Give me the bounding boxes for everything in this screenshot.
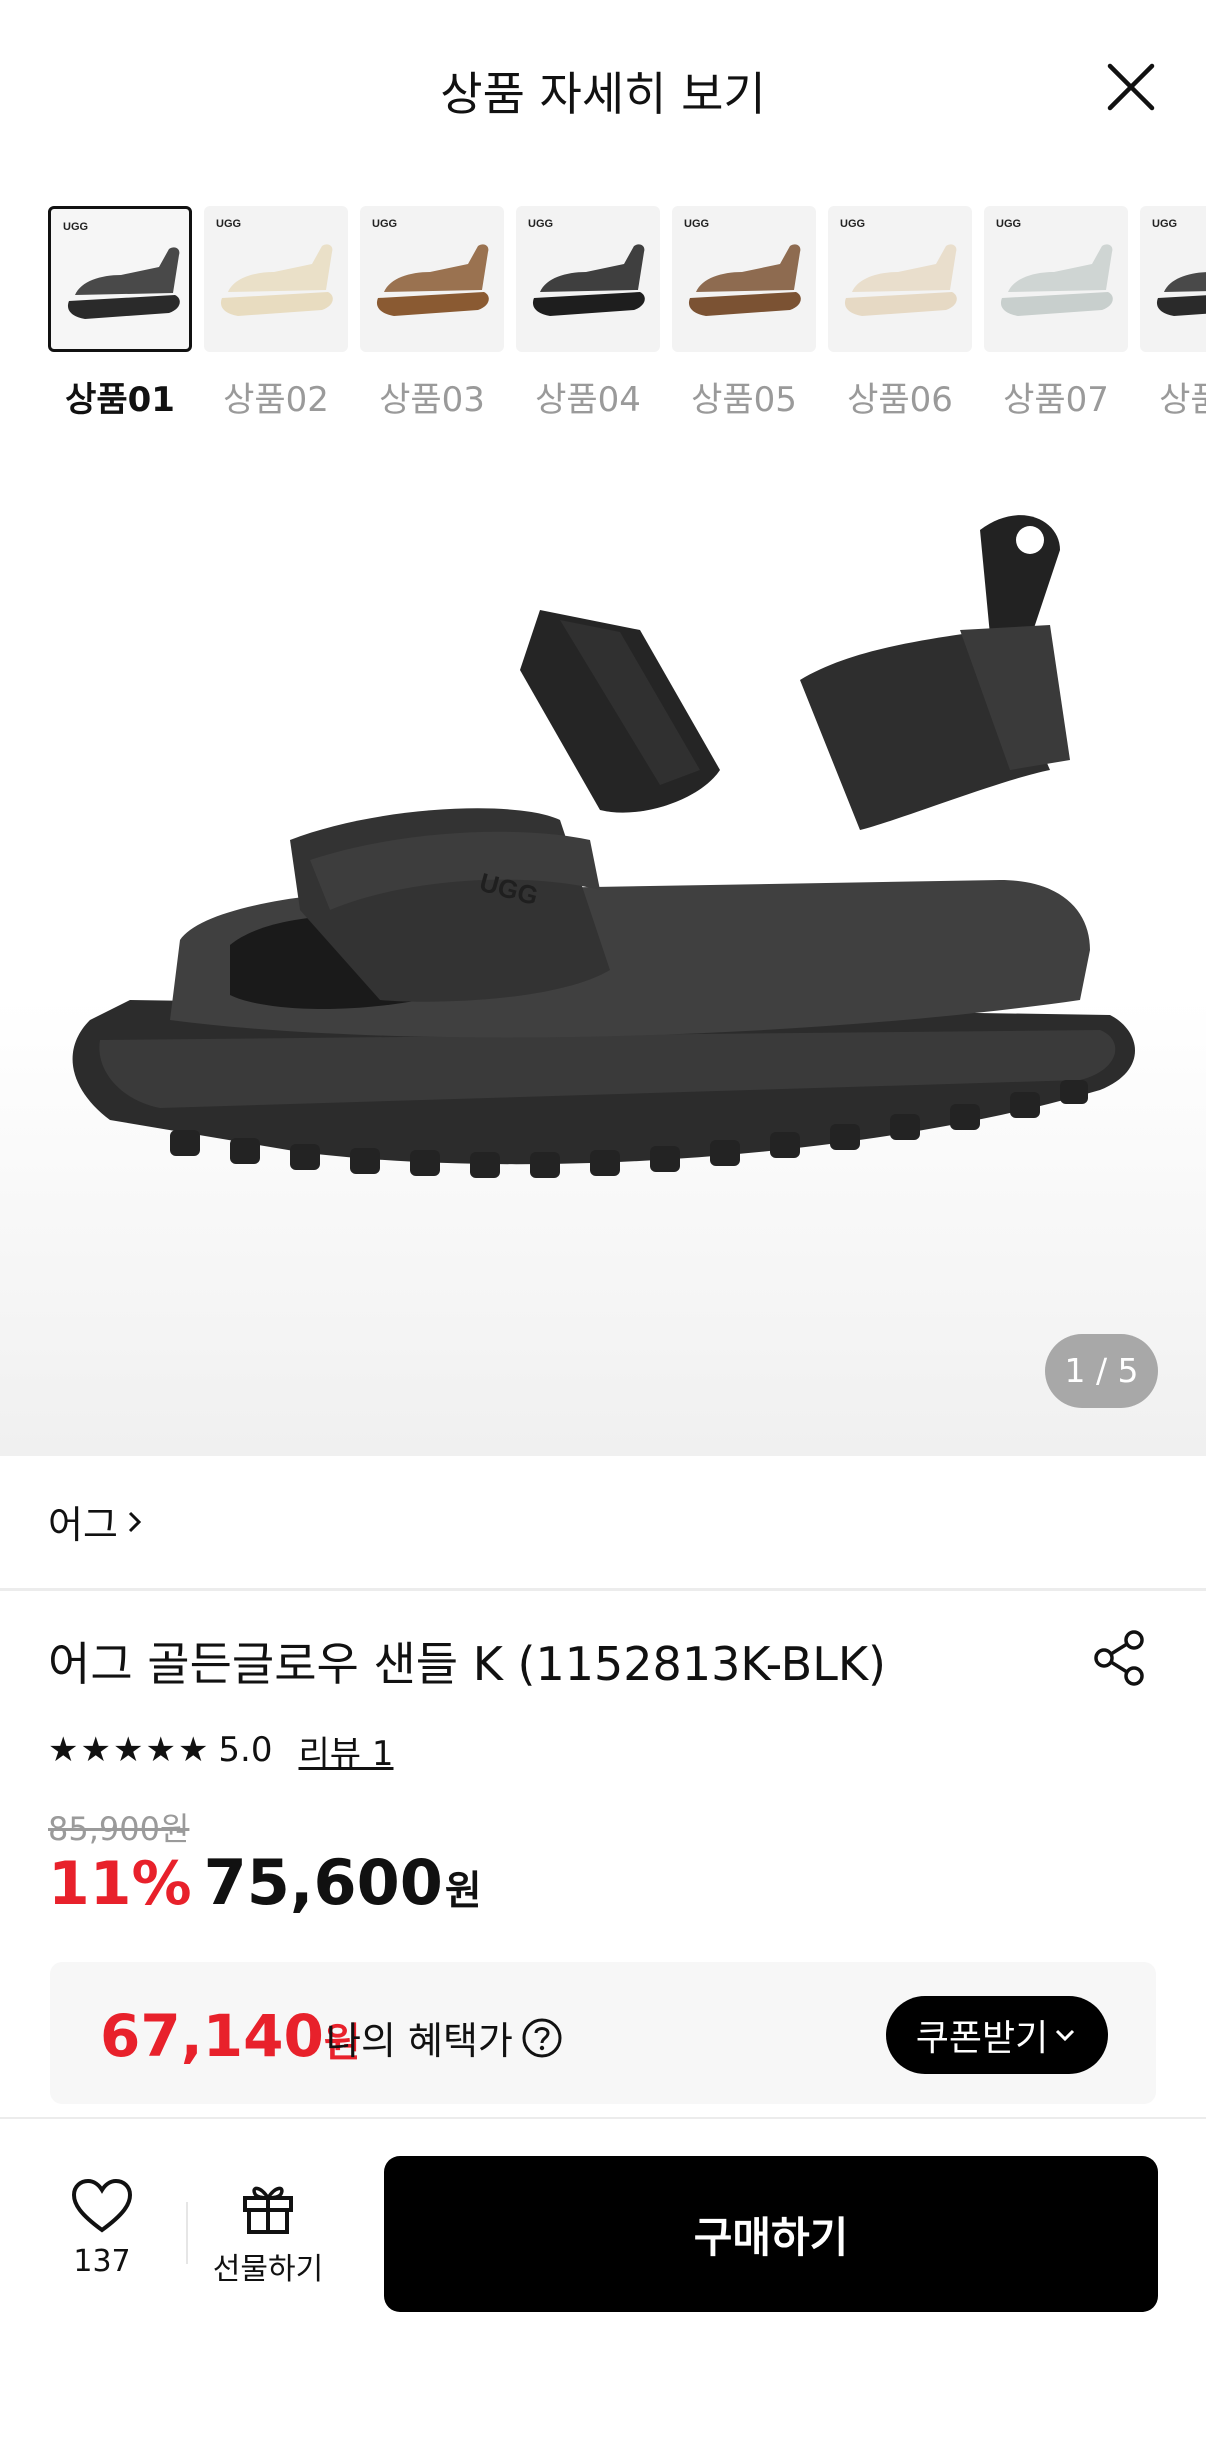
- thumbnail-item[interactable]: UGG 상품04: [516, 206, 660, 421]
- thumbnail-label: 상품08: [1159, 380, 1206, 420]
- buy-button[interactable]: 구매하기: [384, 2156, 1158, 2312]
- like-button[interactable]: 137: [50, 2178, 154, 2288]
- thumbnail-label: 상품04: [535, 380, 641, 420]
- review-link[interactable]: 리뷰 1: [299, 1726, 394, 1775]
- sandal-thumbnail-icon: [532, 244, 645, 316]
- sandal-thumbnail-icon: [688, 244, 801, 316]
- thumbnail-image: UGG: [672, 206, 816, 352]
- brand-link[interactable]: 어그: [48, 1494, 144, 1549]
- benefit-price-value: 67,140: [100, 2002, 324, 2070]
- sale-price: 75,600: [203, 1846, 443, 1919]
- star-rating: ★ ★ ★ ★ ★: [48, 1733, 208, 1767]
- thumbnail-label: 상품05: [691, 380, 797, 420]
- image-page-indicator: 1 / 5: [1045, 1334, 1158, 1408]
- thumbnail-item[interactable]: UGG 상품07: [984, 206, 1128, 421]
- gift-label: 선물하기: [212, 2252, 324, 2287]
- thumbnail-item[interactable]: UGG 상품02: [204, 206, 348, 421]
- benefit-price-box: 67,140 원 나의 혜택가 쿠폰받기: [50, 1962, 1156, 2104]
- bottom-bar-separator: [186, 2202, 188, 2264]
- thumbnail-item[interactable]: UGG 상품05: [672, 206, 816, 421]
- rating-value: 5.0: [218, 1730, 273, 1770]
- benefit-label: 나의 혜택가: [326, 2019, 513, 2063]
- share-button[interactable]: [1090, 1628, 1150, 1688]
- sandal-image: UGG: [72, 515, 1136, 1178]
- chevron-right-icon: [128, 1511, 142, 1532]
- section-divider: [0, 1588, 1206, 1591]
- price-row: 11% 75,600 원: [48, 1846, 482, 1919]
- thumbnail-item[interactable]: UGG 상품03: [360, 206, 504, 421]
- thumbnail-image: UGG: [1140, 206, 1206, 352]
- close-icon: [1107, 63, 1155, 111]
- header: 상품 자세히 보기: [0, 0, 1206, 180]
- thumbnail-image: UGG: [516, 206, 660, 352]
- thumbnail-image: UGG: [204, 206, 348, 352]
- thumbnail-image: UGG: [984, 206, 1128, 352]
- thumbnail-label: 상품02: [223, 380, 329, 420]
- discount-rate: 11%: [48, 1849, 192, 1919]
- original-price: 85,900원: [48, 1810, 190, 1848]
- star-icon: ★: [80, 1730, 111, 1770]
- thumbnail-image: UGG: [828, 206, 972, 352]
- share-icon: [1094, 1630, 1144, 1686]
- product-title: 어그 골든글로우 샌들 K (1152813K-BLK): [48, 1637, 886, 1691]
- thumbnail-label: 상품06: [847, 380, 953, 420]
- benefit-price: 67,140 원: [100, 2002, 361, 2070]
- chevron-down-icon: [1056, 2029, 1075, 2042]
- benefit-label-row: 나의 혜택가: [326, 2010, 563, 2065]
- star-icon: ★: [48, 1730, 79, 1770]
- sandal-thumbnail-icon: [220, 244, 333, 316]
- thumbnail-item[interactable]: UGG 상품08: [1140, 206, 1206, 421]
- coupon-button-label: 쿠폰받기: [915, 2018, 1049, 2059]
- thumbnail-item[interactable]: UGG 상품06: [828, 206, 972, 421]
- coupon-button[interactable]: 쿠폰받기: [886, 1996, 1108, 2074]
- thumbnail-image: UGG: [48, 206, 192, 352]
- like-count: 137: [73, 2244, 131, 2279]
- thumbnail-label: 상품07: [1003, 380, 1109, 420]
- heart-icon: [71, 2178, 133, 2233]
- rating-row: ★ ★ ★ ★ ★ 5.0 리뷰 1: [48, 1726, 394, 1775]
- sandal-thumbnail-icon: [1000, 244, 1113, 316]
- gift-button[interactable]: 선물하기: [206, 2178, 330, 2288]
- thumbnail-label: 상품01: [65, 380, 175, 420]
- sandal-thumbnail-icon: [67, 247, 180, 319]
- sandal-thumbnail-icon: [1157, 272, 1206, 316]
- sale-price-unit: 원: [444, 1868, 482, 1914]
- sandal-thumbnail-icon: [844, 244, 957, 316]
- sandal-thumbnail-icon: [376, 244, 489, 316]
- page-title: 상품 자세히 보기: [440, 67, 766, 121]
- thumbnail-label: 상품03: [379, 380, 485, 420]
- star-icon: ★: [112, 1730, 144, 1770]
- star-icon: ★: [177, 1730, 209, 1770]
- product-main-image[interactable]: UGG: [0, 440, 1206, 1456]
- star-icon: ★: [145, 1730, 176, 1770]
- close-button[interactable]: [1100, 56, 1162, 118]
- thumbnail-strip: UGG 상품01 UGG 상품02 UGG 상품03 UGG 상품04 UGG 상품05 UGG 상품…: [0, 206, 1206, 426]
- thumbnail-item[interactable]: UGG 상품01: [48, 206, 192, 421]
- brand-name: 어그: [48, 1503, 118, 1547]
- bottom-bar-divider: [0, 2117, 1206, 2119]
- thumbnail-image: UGG: [360, 206, 504, 352]
- help-icon[interactable]: [521, 2017, 563, 2059]
- gift-icon: [243, 2186, 293, 2234]
